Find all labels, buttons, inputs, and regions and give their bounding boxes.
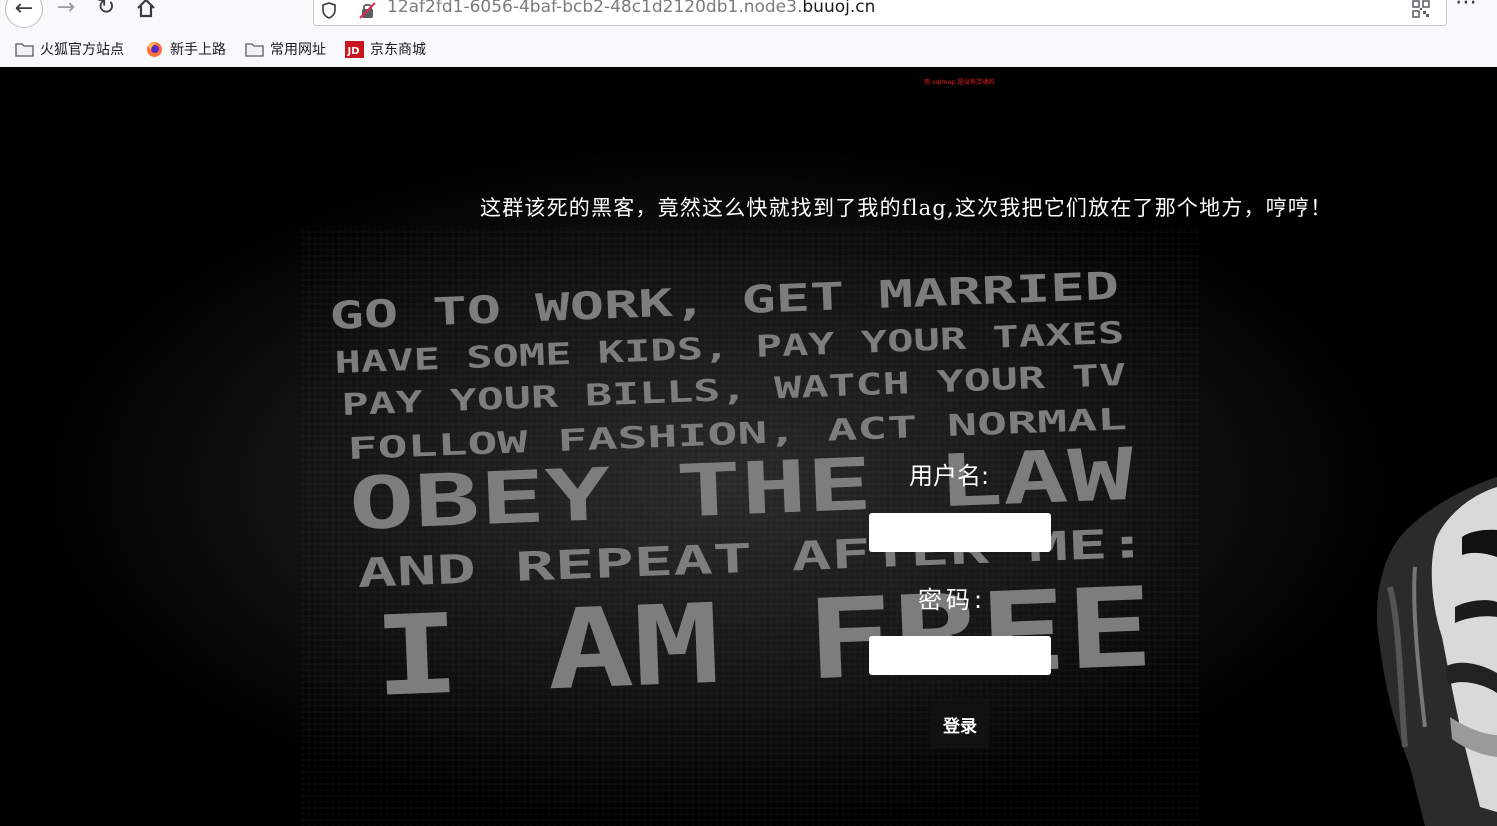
bookmark-jd-mall[interactable]: JD 京东商城 [345, 35, 426, 63]
password-input[interactable] [869, 636, 1051, 675]
forward-button[interactable]: → [48, 0, 84, 26]
bookmark-label: 火狐官方站点 [40, 42, 124, 58]
shield-icon[interactable] [322, 2, 336, 19]
address-bar[interactable]: 12af2fd1-6056-4baf-bcb2-48c1d2120db1.nod… [313, 0, 1447, 26]
password-label: 密码: [918, 586, 987, 614]
top-notice-text: 用 sqlmap 是没有灵魂的 [924, 79, 995, 86]
bookmark-getting-started[interactable]: 新手上路 [145, 35, 226, 63]
bookmark-label: 常用网址 [270, 42, 326, 58]
username-label: 用户名: [909, 462, 990, 490]
folder-icon [245, 42, 264, 57]
insecure-lock-icon[interactable] [359, 2, 376, 19]
bookmark-common-sites[interactable]: 常用网址 [245, 35, 326, 63]
svg-text:JD: JD [347, 46, 360, 57]
arrow-left-icon: ← [14, 0, 34, 21]
bookmark-label: 京东商城 [370, 42, 426, 58]
reload-button[interactable]: ↻ [88, 0, 124, 26]
background-artwork: GO TO WORK, GET MARRIEDHAVE SOME KIDS, P… [0, 67, 1497, 826]
navigation-toolbar: ← → ↻ 12af2fd1-6056-4baf-bcb2-48c1d2120d… [0, 0, 1497, 30]
arrow-right-icon: → [56, 0, 76, 20]
firefox-icon [147, 41, 162, 57]
bookmark-firefox-official[interactable]: 火狐官方站点 [15, 35, 124, 63]
home-icon [137, 0, 155, 18]
qr-code-icon[interactable] [1412, 0, 1430, 18]
home-button[interactable] [128, 0, 164, 26]
folder-icon [15, 42, 34, 57]
bookmarks-toolbar: 火狐官方站点 新手上路 常用网址 JD 京东商城 [0, 35, 1497, 63]
username-input[interactable] [869, 513, 1051, 552]
browser-chrome: ← → ↻ 12af2fd1-6056-4baf-bcb2-48c1d2120d… [0, 0, 1497, 68]
jd-icon: JD [345, 40, 364, 58]
url-text[interactable]: 12af2fd1-6056-4baf-bcb2-48c1d2120db1.nod… [387, 0, 875, 17]
back-button[interactable]: ← [5, 0, 43, 28]
reload-icon: ↻ [96, 0, 116, 20]
bookmark-label: 新手上路 [170, 42, 226, 58]
hacker-message-heading: 这群该死的黑客，竟然这么快就找到了我的flag,这次我把它们放在了那个地方，哼哼… [480, 196, 1333, 220]
web-page: GO TO WORK, GET MARRIED HAVE SOME KIDS, P… [0, 67, 1497, 826]
login-button[interactable]: 登录 [931, 701, 989, 748]
page-actions-menu-icon[interactable]: ⋯ [1455, 0, 1478, 15]
